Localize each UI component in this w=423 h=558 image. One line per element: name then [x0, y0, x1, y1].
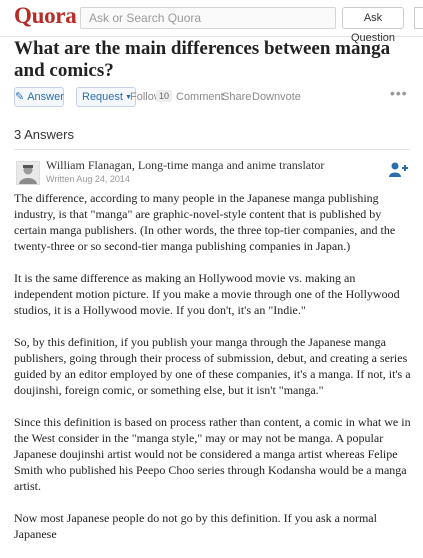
header-overflow-control[interactable] [414, 7, 423, 29]
answer-body: The difference, according to many people… [14, 190, 412, 558]
answer-paragraph: Since this definition is based on proces… [14, 415, 411, 493]
answers-count: 3 Answers [14, 127, 74, 142]
answer-button[interactable]: ✎ Answer [14, 87, 64, 107]
downvote-button[interactable]: Downvote [252, 91, 301, 103]
answer-date[interactable]: Written Aug 24, 2014 [46, 174, 130, 184]
answer-paragraph: It is the same difference as making an H… [14, 271, 400, 317]
divider [14, 149, 410, 150]
user-avatar-icon [17, 162, 39, 184]
comment-button[interactable]: Comment [176, 91, 224, 103]
quora-logo[interactable]: Quora [14, 3, 77, 29]
user-avatar[interactable] [16, 161, 40, 185]
ask-question-button[interactable]: Ask Question [342, 7, 404, 44]
request-button-label: Request [82, 91, 123, 103]
top-header: Quora Ask Question [0, 0, 423, 44]
follow-count-badge: 10 [156, 90, 173, 102]
add-user-icon[interactable] [388, 161, 408, 179]
request-button[interactable]: Request ▼ [76, 87, 136, 107]
share-button[interactable]: Share [222, 91, 251, 103]
ellipsis-icon[interactable]: ••• [390, 85, 408, 101]
pencil-icon: ✎ [15, 91, 25, 103]
answer-paragraph: Now most Japanese people do not go by th… [14, 511, 377, 541]
answer-button-label: Answer [27, 91, 64, 103]
author-name[interactable]: William Flanagan, Long-time manga and an… [46, 158, 324, 173]
answer-paragraph: So, by this definition, if you publish y… [14, 335, 411, 397]
search-input[interactable] [80, 7, 336, 29]
question-actions: ✎ Answer Request ▼ Follow 10 Comment Share… [14, 85, 414, 107]
answer-paragraph: The difference, according to many people… [14, 191, 396, 253]
question-title: What are the main differences between ma… [14, 38, 391, 81]
